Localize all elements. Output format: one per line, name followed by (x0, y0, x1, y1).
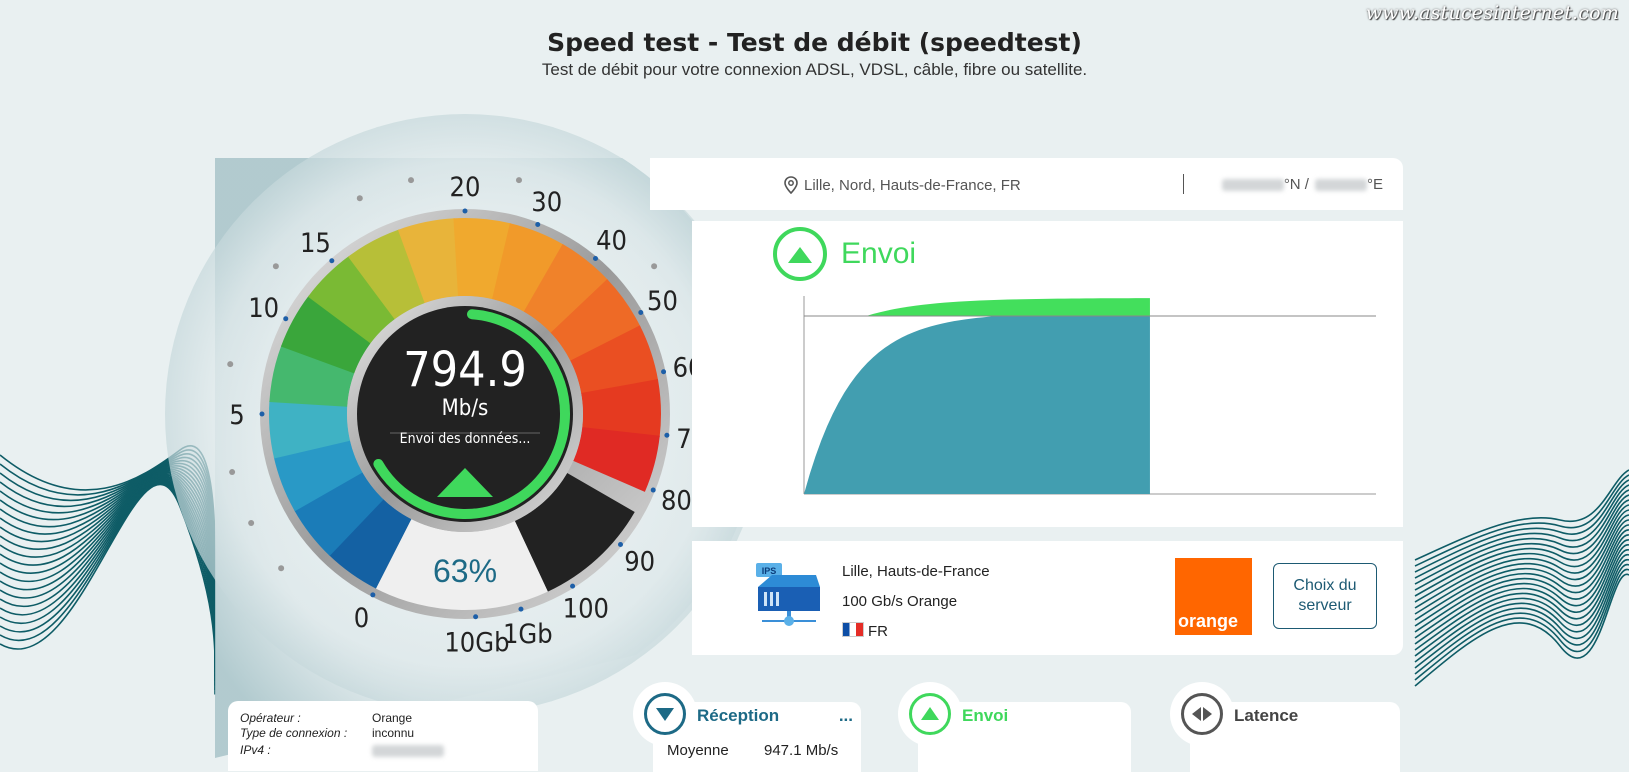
gauge-tick-label: 10 (248, 293, 279, 324)
download-icon (644, 693, 686, 735)
gauge-tick-label: 40 (596, 225, 627, 256)
location: Lille, Nord, Hauts-de-France, FR (784, 176, 1021, 194)
connection-info-panel: Opérateur : Orange Type de connexion : inc… (228, 701, 538, 771)
latitude-blurred (1221, 178, 1284, 191)
latence-badge (1170, 682, 1234, 746)
gauge-dot (515, 177, 522, 184)
gauge-tick-label: 80 (661, 485, 692, 516)
gauge-tick-label: 50 (647, 286, 678, 317)
latitude-suffix: °N / (1283, 176, 1309, 193)
gauge-tick-mark (638, 310, 644, 315)
operator-row: Opérateur : Orange (240, 711, 413, 725)
reception-average-row: Moyenne 947.1 Mb/s (667, 742, 839, 759)
latence-title: Latence (1234, 706, 1299, 725)
gauge-tick-label: 5 (229, 400, 244, 431)
gauge-tick-label: 30 (531, 187, 562, 218)
gauge-tick-mark (592, 255, 598, 261)
chart-area (804, 316, 1150, 494)
location-text: Lille, Nord, Hauts-de-France, FR (804, 176, 1021, 194)
server-details: Lille, Hauts-de-France 100 Gb/s Orange F… (842, 557, 990, 647)
gauge-tick-mark (462, 208, 468, 214)
gauge-tick-mark (618, 541, 624, 547)
gauge-tick-label: 1Gb (503, 619, 553, 650)
envoi-badge (898, 682, 962, 746)
envoi-card: Envoi (898, 682, 1131, 772)
france-flag-icon (842, 622, 864, 637)
gauge-dot (272, 263, 279, 270)
gauge-tick-mark (370, 592, 376, 598)
reception-more[interactable]: ... (839, 706, 853, 726)
gauge-tick-mark (473, 614, 479, 620)
chart-peak-area (866, 298, 1150, 316)
server-panel: IPS Lille, Hauts-de-France 100 Gb/s Oran… (692, 541, 1403, 655)
reception-card: Réception ... Moyenne 947.1 Mb/s (633, 682, 861, 772)
divider (1183, 174, 1184, 194)
gauge-tick-label: 20 (450, 172, 481, 203)
upload-chart (803, 296, 1376, 495)
gauge-dot (248, 519, 255, 526)
gauge-dot (356, 195, 363, 202)
orange-logo: orange (1175, 558, 1252, 635)
gauge-tick-label: 15 (300, 228, 331, 259)
longitude-suffix: °E (1366, 176, 1383, 193)
gauge-tick-mark (535, 221, 541, 227)
speed-unit: Mb/s (441, 396, 489, 421)
gauge-tick-mark (650, 487, 656, 493)
svg-text:IPS: IPS (762, 566, 777, 576)
location-pin-icon (784, 176, 798, 194)
gauge-tick-label: 90 (624, 547, 655, 578)
coordinates: °N / °E (1221, 176, 1383, 193)
speed-value: 794.9 (403, 342, 527, 398)
latency-icon (1181, 693, 1223, 735)
location-bar: Lille, Nord, Hauts-de-France, FR °N / °E (650, 158, 1403, 210)
gauge-tick-mark (259, 411, 265, 417)
reception-badge (633, 682, 697, 746)
choose-server-button[interactable]: Choix du serveur (1273, 563, 1377, 629)
server-icon: IPS (756, 563, 820, 626)
gauge-tick-mark (518, 606, 524, 612)
gauge-dot (227, 361, 234, 368)
server-provider: 100 Gb/s Orange (842, 593, 958, 610)
gauge-percent: 63% (432, 553, 498, 589)
gauge-dot (229, 469, 236, 476)
latence-card: Latence (1170, 682, 1400, 772)
gauge-tick-mark (664, 432, 670, 438)
connection-type-row: Type de connexion : inconnu (240, 726, 415, 740)
gauge-status: Envoi des données... (399, 431, 531, 447)
server-country: FR (842, 617, 990, 647)
gauge-tick-label: 0 (354, 603, 369, 634)
server-city: Lille, Hauts-de-France (842, 563, 990, 580)
gauge-dot (278, 565, 285, 572)
reception-title: Réception (697, 706, 780, 725)
gauge-tick-mark (283, 316, 289, 322)
gauge-tick-mark (661, 369, 667, 375)
gauge-dot (651, 263, 658, 270)
longitude-blurred (1314, 178, 1367, 191)
gauge-tick-label: 10Gb (444, 628, 509, 659)
upload-icon (909, 693, 951, 735)
gauge-tick-mark (570, 583, 576, 589)
ipv4-row: IPv4 : (240, 743, 444, 757)
gauge-dot (408, 177, 415, 184)
gauge-readout: 794.9 Mb/s Envoi des données... (365, 344, 565, 447)
upload-chart-panel: Envoi (692, 221, 1403, 527)
gauge-tick-mark (329, 258, 335, 264)
gauge-tick-label: 100 (563, 593, 609, 624)
envoi-title: Envoi (962, 706, 1009, 725)
